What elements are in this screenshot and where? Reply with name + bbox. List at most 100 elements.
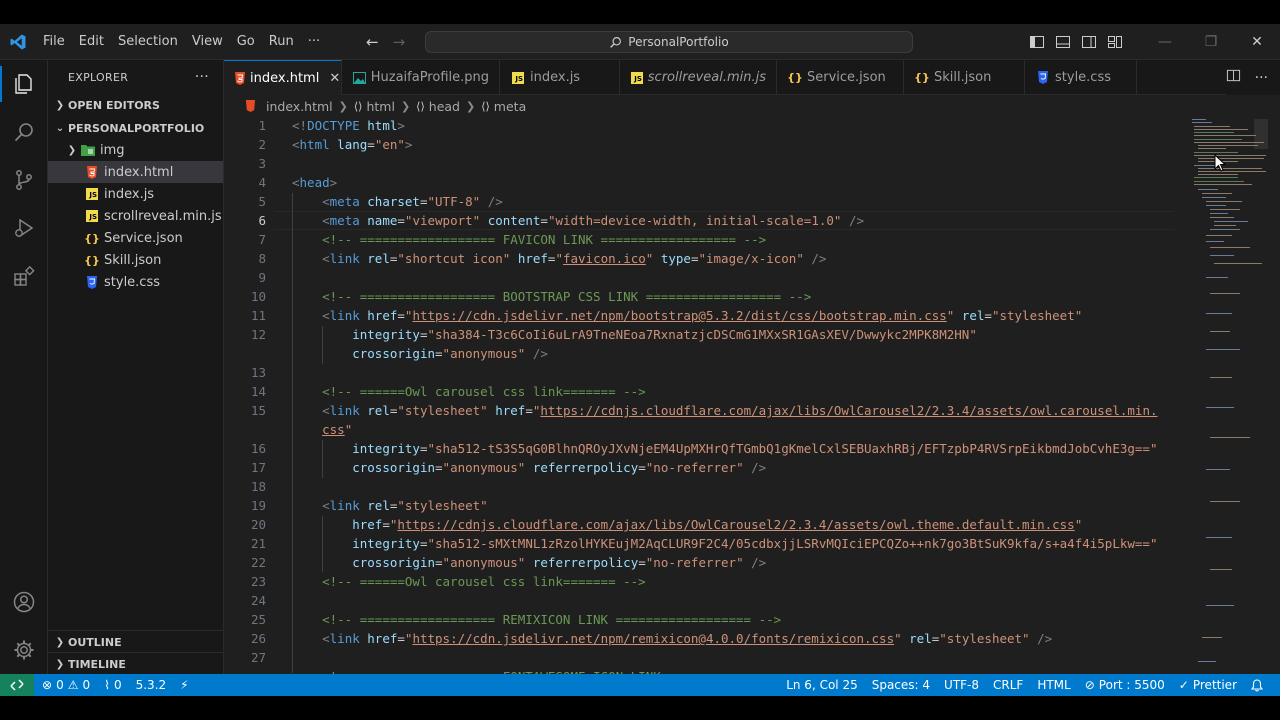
breadcrumb-item[interactable]: index.html	[266, 99, 333, 114]
encoding[interactable]: UTF-8	[937, 674, 986, 696]
mouse-cursor-icon	[1214, 153, 1227, 176]
cursor-position[interactable]: Ln 6, Col 25	[779, 674, 865, 696]
menu-go[interactable]: Go	[230, 24, 262, 59]
port-label: Port : 5500	[1098, 678, 1165, 692]
code-line: crossorigin="anonymous" referrerpolicy="…	[352, 555, 767, 570]
toggle-secondary-sidebar-icon[interactable]	[1076, 24, 1102, 60]
restore-icon[interactable]: ❐	[1188, 24, 1234, 60]
tree-item-img[interactable]: ❯ img	[48, 139, 223, 161]
tree-item-style-css[interactable]: style.css	[48, 271, 223, 293]
customize-layout-icon[interactable]	[1102, 24, 1128, 60]
check-double-icon: ✓	[1178, 678, 1189, 692]
prettier-indicator[interactable]: ✓ Prettier	[1172, 674, 1244, 696]
line-number: 27	[250, 650, 266, 665]
code-line: <link href="https://cdn.jsdelivr.net/npm…	[322, 308, 1083, 323]
close-tab-icon[interactable]: ✕	[329, 71, 340, 86]
remote-indicator-icon[interactable]	[0, 674, 34, 696]
extensions-icon[interactable]	[0, 252, 48, 300]
tree-item-index-html[interactable]: index.html	[48, 161, 223, 183]
element-symbol-icon: ⟨⟩	[353, 99, 363, 113]
line-number: 26	[250, 631, 266, 646]
minimize-icon[interactable]: —	[1142, 24, 1188, 60]
close-window-icon[interactable]: ✕	[1234, 24, 1280, 60]
element-symbol-icon: ⟨⟩	[416, 99, 425, 113]
explorer-sidebar: EXPLORER ··· ❯ OPEN EDITORS ⌄ PERSONALPO…	[48, 60, 224, 674]
project-folder-label: PERSONALPORTFOLIO	[68, 121, 205, 135]
chevron-right-icon: ❯	[338, 99, 348, 113]
tab-index-js[interactable]: JS index.js	[500, 60, 620, 95]
project-folder-section[interactable]: ⌄ PERSONALPORTFOLIO	[48, 117, 223, 139]
search-view-icon[interactable]	[0, 108, 48, 156]
tree-item-scrollreveal-js[interactable]: JS scrollreveal.min.js	[48, 205, 223, 227]
tree-item-label: index.html	[104, 164, 174, 180]
tab-style-css[interactable]: style.css	[1025, 60, 1137, 95]
command-center-label: PersonalPortfolio	[628, 35, 729, 49]
tab-huzaifaprofile-png[interactable]: HuzaifaProfile.png	[342, 60, 500, 95]
toggle-primary-sidebar-icon[interactable]	[1024, 24, 1050, 60]
tree-item-index-js[interactable]: JS index.js	[48, 183, 223, 205]
line-number: 2	[258, 137, 266, 152]
line-number: 13	[250, 365, 266, 380]
indentation[interactable]: Spaces: 4	[865, 674, 937, 696]
tree-item-label: scrollreveal.min.js	[104, 208, 222, 224]
tab-label: scrollreveal.min.js	[647, 70, 766, 85]
timeline-section[interactable]: ❯ TIMELINE	[48, 652, 224, 675]
code-lines: <!DOCTYPE html> <html lang="en"> <head> …	[292, 117, 1182, 674]
breadcrumb-item[interactable]: head	[429, 99, 460, 114]
explorer-icon[interactable]	[0, 60, 48, 108]
tab-index-html[interactable]: index.html ✕	[224, 60, 342, 95]
language-mode[interactable]: HTML	[1030, 674, 1077, 696]
chevron-right-icon: ❯	[400, 99, 411, 113]
html-file-icon	[242, 98, 258, 114]
ports-indicator[interactable]: ⌇ 0	[97, 674, 129, 696]
line-number: 22	[250, 555, 266, 570]
tree-item-service-json[interactable]: {} Service.json	[48, 227, 223, 249]
more-actions-icon[interactable]: ···	[1255, 70, 1268, 86]
line-number: 14	[250, 384, 266, 399]
port-icon: ⊘	[1084, 678, 1095, 692]
forward-arrow-icon[interactable]: →	[393, 33, 406, 51]
minimap[interactable]	[1184, 117, 1268, 674]
breadcrumb-item[interactable]: meta	[494, 99, 526, 114]
problems-indicator[interactable]: ⊗ 0 ⚠ 0	[34, 674, 97, 696]
menu-file[interactable]: File	[36, 24, 72, 59]
end-of-line[interactable]: CRLF	[986, 674, 1030, 696]
breadcrumb-item[interactable]: html	[366, 99, 394, 114]
live-server-port[interactable]: ⊘ Port : 5500	[1078, 674, 1172, 696]
code-line: <!-- ================== FONTAWESOME ICON…	[292, 667, 834, 674]
git-sync-indicator[interactable]: ⚡	[173, 674, 195, 696]
back-arrow-icon[interactable]: ←	[366, 33, 379, 51]
line-number: 19	[250, 498, 266, 513]
code-line: href="https://cdnjs.cloudflare.com/ajax/…	[352, 517, 1083, 532]
tab-skill-json[interactable]: {} Skill.json	[904, 60, 1025, 95]
line-number: 20	[250, 517, 266, 532]
code-line: <!-- ======Owl carousel css link======= …	[322, 574, 646, 589]
split-editor-icon[interactable]	[1226, 68, 1241, 87]
version-indicator[interactable]: 5.3.2	[129, 674, 174, 696]
menu-more[interactable]: ···	[301, 24, 327, 59]
run-debug-icon[interactable]	[0, 204, 48, 252]
outline-section[interactable]: ❯ OUTLINE	[48, 630, 224, 653]
line-number-gutter: 1 2 3 4 5 6 7 8 9 10 11 12 13 14 15 16 1…	[224, 117, 274, 674]
code-editor[interactable]: 1 2 3 4 5 6 7 8 9 10 11 12 13 14 15 16 1…	[224, 117, 1280, 674]
explorer-more-icon[interactable]: ···	[195, 69, 209, 85]
tab-scrollreveal-js[interactable]: JS scrollreveal.min.js	[620, 60, 777, 95]
line-number: 11	[250, 308, 266, 323]
line-number: 12	[250, 327, 266, 342]
source-control-icon[interactable]	[0, 156, 48, 204]
notifications-bell-icon[interactable]	[1244, 674, 1270, 696]
tree-item-skill-json[interactable]: {} Skill.json	[48, 249, 223, 271]
code-line: crossorigin="anonymous" />	[352, 346, 548, 361]
toggle-panel-icon[interactable]	[1050, 24, 1076, 60]
menu-run[interactable]: Run	[262, 24, 301, 59]
accounts-icon[interactable]	[0, 578, 48, 626]
menu-edit[interactable]: Edit	[72, 24, 111, 59]
open-editors-section[interactable]: ❯ OPEN EDITORS	[48, 94, 223, 116]
command-center-search[interactable]: PersonalPortfolio	[425, 31, 913, 53]
json-file-icon: {}	[914, 71, 930, 84]
tab-service-json[interactable]: {} Service.json	[777, 60, 904, 95]
menu-view[interactable]: View	[185, 24, 230, 59]
menu-selection[interactable]: Selection	[111, 24, 185, 59]
manage-gear-icon[interactable]	[0, 626, 48, 674]
line-number: 25	[250, 612, 266, 627]
